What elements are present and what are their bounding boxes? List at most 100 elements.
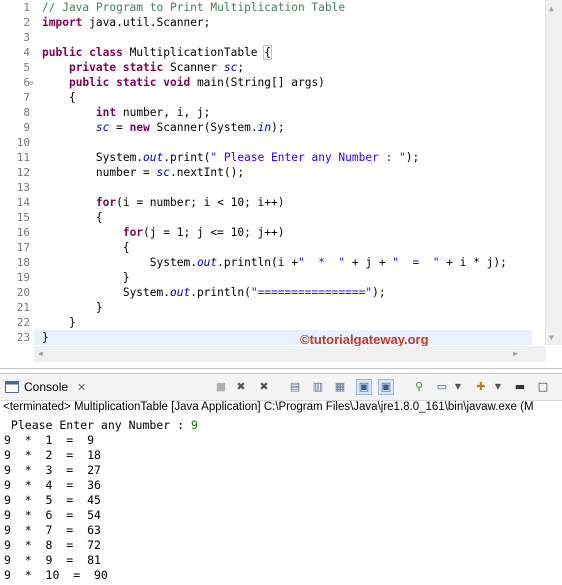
output-line: 9 * 2 = 18 — [4, 448, 101, 462]
tab-console[interactable]: Console ✕ — [5, 378, 86, 396]
minimize-icon[interactable]: ▬ — [512, 379, 528, 395]
code-text: (j = 1; j <= 10; j++) — [143, 226, 285, 239]
code-text: number, i, j; — [116, 106, 211, 119]
code-text: .nextInt(); — [170, 166, 245, 179]
code-text: .println( — [190, 286, 251, 299]
code-field: sc — [223, 61, 238, 74]
line-number: 22 — [16, 316, 30, 329]
output-line: 9 * 8 = 72 — [4, 538, 101, 552]
terminate-icon[interactable]: ■ — [213, 379, 229, 395]
console-prompt: Please Enter any Number : — [4, 418, 191, 432]
line-number: 1 — [23, 1, 30, 14]
code-line-22: } — [42, 315, 76, 330]
code-line-18: System.out.println(i +" * " + j + " = " … — [42, 255, 507, 270]
code-editor[interactable]: 1 2 3 4 5 6 7 8 9 10 11 12 13 14 15 16 1… — [0, 0, 562, 369]
code-text: .println(i + — [217, 256, 298, 269]
code-text: ); — [405, 151, 420, 164]
show-on-stderr-icon[interactable]: ▣ — [378, 379, 394, 395]
word-wrap-icon[interactable]: ▦ — [332, 379, 348, 395]
code-line-9: sc = new Scanner(System.in); — [42, 120, 285, 135]
output-line: 9 * 5 = 45 — [4, 493, 101, 507]
code-text: } — [68, 316, 76, 329]
remove-launch-icon[interactable]: ✖ — [233, 379, 249, 395]
code-text: ; — [237, 61, 245, 74]
console-toolbar: Console ✕ ■ ✖ ✖ ▤ ▥ ▦ ▣ ▣ ⚲ ▭ ▼ ✚ ▼ ▬ □ — [0, 373, 562, 401]
line-number: 7 — [23, 91, 30, 104]
pin-console-icon[interactable]: ⚲ — [411, 379, 427, 395]
code-keyword: public class — [42, 46, 123, 59]
close-icon[interactable]: ✕ — [77, 381, 86, 394]
line-number: 17 — [16, 241, 30, 254]
code-keyword: private static — [68, 61, 164, 74]
code-keyword: new — [129, 121, 150, 134]
line-number: 9 — [23, 121, 30, 134]
output-line: 9 * 6 = 54 — [4, 508, 101, 522]
vertical-scrollbar[interactable]: ▲ ▼ — [545, 0, 562, 345]
code-keyword: import — [42, 16, 83, 29]
line-number: 5 — [23, 61, 30, 74]
watermark-text: ©tutorialgateway.org — [300, 332, 429, 347]
line-number: 12 — [16, 166, 30, 179]
scroll-left-icon[interactable]: ◀ — [38, 349, 43, 358]
code-field: out — [196, 256, 218, 269]
code-text: .print( — [163, 151, 211, 164]
code-text: } — [95, 301, 103, 314]
fold-collapse-icon[interactable]: ⊖ — [29, 79, 33, 87]
scroll-lock-icon[interactable]: ▥ — [310, 379, 326, 395]
chevron-down-icon[interactable]: ▼ — [450, 379, 466, 395]
code-text: } — [42, 331, 49, 344]
code-text: + i * j); — [439, 256, 507, 269]
console-icon — [5, 381, 19, 393]
line-number: 20 — [16, 286, 30, 299]
code-text: { — [122, 241, 130, 254]
scroll-down-icon[interactable]: ▼ — [549, 333, 554, 342]
code-line-20: System.out.println("================"); — [42, 285, 386, 300]
console-user-input: 9 — [190, 418, 198, 432]
horizontal-scrollbar[interactable]: ◀ ▶ — [34, 346, 546, 362]
code-field: out — [143, 151, 164, 164]
code-text: main(String[] args) — [190, 76, 325, 89]
code-string: " * " — [297, 256, 346, 269]
line-number-gutter: 1 2 3 4 5 6 7 8 9 10 11 12 13 14 15 16 1… — [0, 0, 34, 345]
maximize-icon[interactable]: □ — [535, 379, 551, 395]
code-line-23: } — [42, 330, 49, 345]
code-text: ); — [271, 121, 285, 134]
line-number: 15 — [16, 211, 30, 224]
console-tab-label: Console — [24, 380, 69, 394]
code-line-4: public class MultiplicationTable { — [42, 45, 272, 60]
code-text: ); — [372, 286, 386, 299]
code-keyword: public static void — [68, 76, 191, 89]
code-area[interactable]: // Java Program to Print Multiplication … — [42, 0, 532, 345]
code-text: { — [95, 211, 103, 224]
code-text: Scanner(System. — [149, 121, 258, 134]
code-field: out — [169, 286, 191, 299]
code-line-12: number = sc.nextInt(); — [42, 165, 244, 180]
remove-all-icon[interactable]: ✖ — [256, 379, 272, 395]
code-comment: // Java Program to Print Multiplication … — [42, 1, 346, 14]
code-text: (i = number; i < 10; i++) — [116, 196, 285, 209]
output-line: 9 * 9 = 81 — [4, 553, 101, 567]
scroll-right-icon[interactable]: ▶ — [513, 349, 518, 358]
line-number: 4 — [23, 46, 30, 59]
code-text: MultiplicationTable — [122, 46, 265, 59]
display-console-icon[interactable]: ▭ — [434, 379, 450, 395]
code-line-14: for(i = number; i < 10; i++) — [42, 195, 285, 210]
open-console-icon[interactable]: ✚ — [473, 379, 489, 395]
process-status-line: <terminated> MultiplicationTable [Java A… — [3, 401, 534, 413]
output-line: 9 * 3 = 27 — [4, 463, 101, 477]
clear-console-icon[interactable]: ▤ — [287, 379, 303, 395]
show-on-stdout-icon[interactable]: ▣ — [356, 379, 372, 395]
line-number: 21 — [16, 301, 30, 314]
console-output[interactable]: Please Enter any Number : 9 9 * 1 = 9 9 … — [0, 418, 562, 585]
code-text: System. — [95, 151, 144, 164]
code-text: + j + — [345, 256, 393, 269]
line-number: 18 — [16, 256, 30, 269]
output-line: 9 * 4 = 36 — [4, 478, 101, 492]
chevron-down-icon[interactable]: ▼ — [490, 379, 506, 395]
code-text: java.util.Scanner; — [82, 16, 211, 29]
line-number: 2 — [23, 16, 30, 29]
line-number: 16 — [16, 226, 30, 239]
scroll-up-icon[interactable]: ▲ — [549, 4, 554, 13]
code-field: sc — [156, 166, 170, 179]
code-text: Scanner — [163, 61, 224, 74]
